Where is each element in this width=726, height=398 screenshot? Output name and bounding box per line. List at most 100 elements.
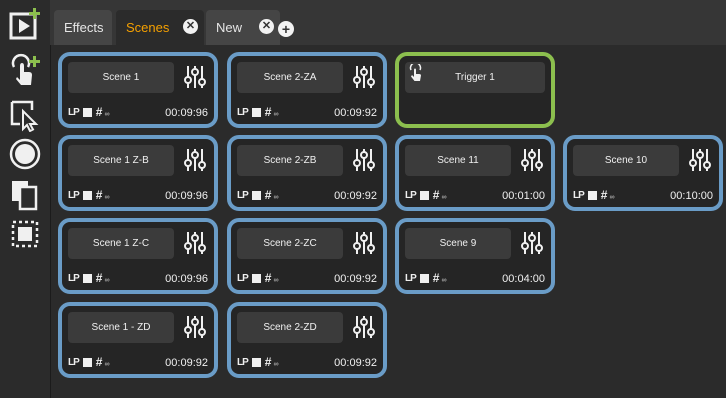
scene-duration: 00:09:92 <box>334 107 377 119</box>
stop-square-icon <box>251 357 261 367</box>
count-hash-tag: # <box>95 188 103 202</box>
stop-square-icon <box>251 190 261 200</box>
sliders-settings-icon[interactable] <box>184 314 206 340</box>
count-hash-tag: # <box>264 188 272 202</box>
scene-card[interactable]: Scene 11 LP # ∞ 00:01:00 <box>395 135 555 211</box>
select-tool[interactable] <box>7 97 43 133</box>
scene-card[interactable]: Scene 2-ZC LP # ∞ 00:09:92 <box>227 218 387 294</box>
tab-scenes[interactable]: Scenes ✕ <box>116 10 204 45</box>
scene-name-box[interactable]: Scene 1 <box>68 62 174 93</box>
record-icon <box>9 138 41 170</box>
scene-tags: LP # ∞ <box>237 355 279 369</box>
scene-duration: 00:09:96 <box>165 107 208 119</box>
scene-name: Scene 11 <box>437 155 479 166</box>
scene-name-box[interactable]: Scene 1 Z-B <box>68 145 174 176</box>
infinity-tag: ∞ <box>104 277 110 284</box>
tab-label: New <box>216 20 243 35</box>
tab-effects[interactable]: Effects <box>54 10 112 45</box>
select-cursor-icon <box>10 100 39 132</box>
scene-name: Scene 2-ZB <box>263 155 317 166</box>
count-hash-tag: # <box>432 271 440 285</box>
tab-label: Scenes <box>126 20 170 35</box>
sliders-settings-icon[interactable] <box>689 147 711 173</box>
stop-square-icon <box>251 107 261 117</box>
loop-tag: LP <box>68 272 80 284</box>
scene-name-box[interactable]: Scene 2-ZA <box>237 62 343 93</box>
scene-name-box[interactable]: Scene 1 - ZD <box>68 312 174 343</box>
infinity-tag: ∞ <box>273 361 279 368</box>
scene-card[interactable]: Scene 10 LP # ∞ 00:10:00 <box>563 135 723 211</box>
touch-icon <box>409 62 423 82</box>
close-icon[interactable]: ✕ <box>259 19 274 34</box>
scene-duration: 00:09:92 <box>165 357 208 369</box>
add-trigger-tool[interactable] <box>7 52 43 88</box>
record-tool[interactable] <box>7 136 43 172</box>
scene-grid: Scene 1 LP # ∞ 00:09:96 Scene 2-ZA LP # ∞ 00:09:9… <box>50 45 726 398</box>
scene-card[interactable]: Scene 1 Z-C LP # ∞ 00:09:96 <box>58 218 218 294</box>
scene-name-box[interactable]: Scene 1 Z-C <box>68 228 174 259</box>
stop-square-icon <box>419 273 429 283</box>
sliders-settings-icon[interactable] <box>353 230 375 256</box>
add-scene-tool[interactable] <box>7 6 43 42</box>
duplicate-tool[interactable] <box>7 176 43 212</box>
scene-name-box[interactable]: Scene 2-ZB <box>237 145 343 176</box>
stop-square-icon <box>82 190 92 200</box>
sliders-settings-icon[interactable] <box>353 314 375 340</box>
scene-card[interactable]: Scene 2-ZB LP # ∞ 00:09:92 <box>227 135 387 211</box>
scene-card[interactable]: Scene 2-ZD LP # ∞ 00:09:92 <box>227 302 387 378</box>
loop-tag: LP <box>573 189 585 201</box>
sliders-settings-icon[interactable] <box>521 147 543 173</box>
infinity-tag: ∞ <box>609 194 615 201</box>
sliders-settings-icon[interactable] <box>353 64 375 90</box>
sliders-settings-icon[interactable] <box>521 230 543 256</box>
scene-duration: 00:09:92 <box>334 273 377 285</box>
scene-card[interactable]: Scene 1 Z-B LP # ∞ 00:09:96 <box>58 135 218 211</box>
loop-tag: LP <box>405 189 417 201</box>
scene-name: Scene 1 Z-B <box>93 155 149 166</box>
sliders-settings-icon[interactable] <box>184 64 206 90</box>
loop-tag: LP <box>237 106 249 118</box>
count-hash-tag: # <box>432 188 440 202</box>
scene-name-box[interactable]: Scene 9 <box>405 228 511 259</box>
tab-new[interactable]: New ✕ <box>206 10 280 45</box>
play-add-icon <box>9 8 40 40</box>
tab-label: Effects <box>64 20 104 35</box>
sliders-settings-icon[interactable] <box>184 147 206 173</box>
loop-tag: LP <box>68 106 80 118</box>
scene-name: Scene 1 Z-C <box>92 238 150 249</box>
scene-tags: LP # ∞ <box>68 188 110 202</box>
trigger-card[interactable]: Trigger 1 <box>395 52 555 128</box>
infinity-tag: ∞ <box>104 194 110 201</box>
loop-tag: LP <box>237 272 249 284</box>
infinity-tag: ∞ <box>273 111 279 118</box>
close-icon[interactable]: ✕ <box>183 19 198 34</box>
scene-name: Scene 10 <box>604 155 648 166</box>
stop-square-icon <box>82 273 92 283</box>
scene-card[interactable]: Scene 2-ZA LP # ∞ 00:09:92 <box>227 52 387 128</box>
loop-tag: LP <box>237 356 249 368</box>
loop-tag: LP <box>68 189 80 201</box>
trigger-name-box[interactable]: Trigger 1 <box>405 62 545 93</box>
scene-duration: 00:04:00 <box>502 273 545 285</box>
scene-name: Scene 1 - ZD <box>91 322 151 333</box>
scene-card[interactable]: Scene 1 LP # ∞ 00:09:96 <box>58 52 218 128</box>
scene-duration: 00:09:96 <box>165 190 208 202</box>
group-tool[interactable] <box>7 216 43 252</box>
scene-card[interactable]: Scene 1 - ZD LP # ∞ 00:09:92 <box>58 302 218 378</box>
scene-name-box[interactable]: Scene 11 <box>405 145 511 176</box>
add-tab-button[interactable]: + <box>278 21 294 37</box>
count-hash-tag: # <box>264 271 272 285</box>
stop-square-icon <box>587 190 597 200</box>
scene-card[interactable]: Scene 9 LP # ∞ 00:04:00 <box>395 218 555 294</box>
sliders-settings-icon[interactable] <box>184 230 206 256</box>
scene-duration: 00:09:96 <box>165 273 208 285</box>
scene-name-box[interactable]: Scene 2-ZD <box>237 312 343 343</box>
stop-square-icon <box>419 190 429 200</box>
scene-name: Scene 2-ZA <box>263 72 317 83</box>
sliders-settings-icon[interactable] <box>353 147 375 173</box>
scene-name-box[interactable]: Scene 2-ZC <box>237 228 343 259</box>
tab-bar: Effects Scenes ✕ New ✕ + <box>50 0 726 45</box>
scene-name-box[interactable]: Scene 10 <box>573 145 679 176</box>
infinity-tag: ∞ <box>441 194 447 201</box>
dashed-select-icon <box>11 220 39 248</box>
